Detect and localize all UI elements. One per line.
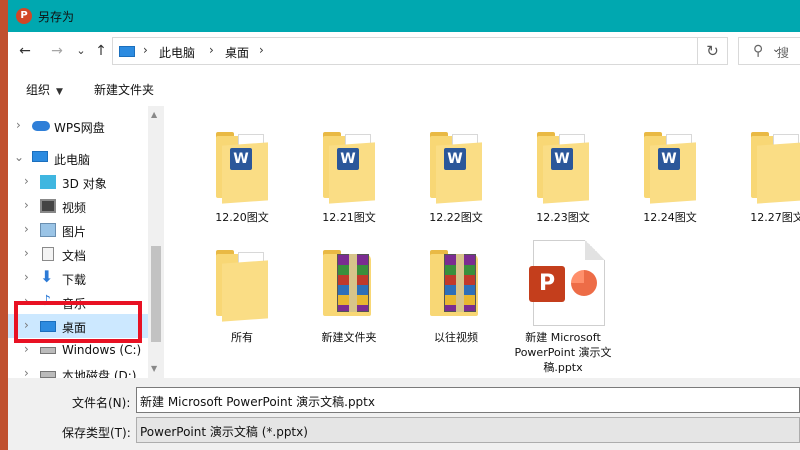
- download-icon: ⬇: [40, 267, 54, 286]
- chevron-right-icon[interactable]: ›: [24, 222, 29, 236]
- sidebar-item-label: 图片: [62, 225, 87, 239]
- file-name: 12.20图文: [215, 211, 269, 224]
- forward-arrow-icon[interactable]: →: [48, 42, 66, 60]
- organize-label: 组织: [26, 83, 51, 97]
- word-folder-icon: W: [319, 122, 383, 206]
- word-folder-icon: W: [533, 122, 597, 206]
- powerpoint-file-icon: P: [527, 240, 607, 326]
- file-name: 新建文件夹: [321, 331, 377, 344]
- search-placeholder: 搜: [777, 46, 790, 60]
- breadcrumb-separator-icon: ›: [259, 43, 264, 57]
- refresh-icon[interactable]: ↻: [698, 37, 728, 65]
- breadcrumb-desktop[interactable]: 桌面: [225, 44, 249, 61]
- file-name: 12.27图文: [750, 211, 800, 224]
- new-folder-button[interactable]: 新建文件夹: [94, 81, 154, 98]
- scrollbar-thumb[interactable]: [151, 246, 161, 342]
- sidebar-item-this-pc[interactable]: ⌄ 此电脑: [8, 146, 148, 170]
- chevron-right-icon[interactable]: ›: [24, 198, 29, 212]
- rar-archive-folder-icon: [426, 240, 490, 324]
- drive-icon: [40, 371, 56, 378]
- scroll-down-icon[interactable]: ▼: [151, 364, 157, 373]
- computer-icon: [32, 151, 48, 162]
- file-name: 以往视频: [434, 331, 478, 344]
- chevron-right-icon[interactable]: ›: [16, 118, 21, 132]
- chevron-right-icon[interactable]: ›: [24, 366, 29, 378]
- file-name: 12.21图文: [322, 211, 376, 224]
- save-options-panel: 文件名(N): 新建 Microsoft PowerPoint 演示文稿.ppt…: [8, 378, 800, 450]
- folder-icon: [747, 122, 800, 206]
- sidebar-scrollbar[interactable]: ▲ ▼: [148, 106, 164, 378]
- word-folder-icon: W: [212, 122, 276, 206]
- chevron-right-icon[interactable]: ›: [24, 342, 29, 356]
- title-bar: P 另存为: [8, 0, 800, 32]
- file-name: 所有: [231, 331, 253, 344]
- sidebar-item-downloads[interactable]: › ⬇ 下载: [8, 266, 148, 290]
- search-input[interactable]: ⚲ 搜: [738, 37, 800, 65]
- computer-icon: [119, 46, 135, 57]
- video-icon: [40, 199, 56, 213]
- pictures-icon: [40, 223, 56, 237]
- rar-archive-folder-icon: [319, 240, 383, 324]
- word-folder-icon: W: [426, 122, 490, 206]
- sidebar-item-label: 3D 对象: [62, 177, 107, 191]
- file-name: 新建 Microsoft PowerPoint 演示文稿.pptx: [514, 331, 612, 374]
- folder-icon: [212, 240, 276, 324]
- organize-button[interactable]: 组织 ▼: [26, 81, 63, 98]
- command-toolbar: 组织 ▼ 新建文件夹: [8, 72, 800, 106]
- sidebar-item-videos[interactable]: › 视频: [8, 194, 148, 218]
- document-icon: [42, 247, 54, 261]
- filetype-value: PowerPoint 演示文稿 (*.pptx): [140, 425, 308, 439]
- address-bar[interactable]: › 此电脑 › 桌面 › ⌄: [112, 37, 780, 65]
- word-folder-icon: W: [640, 122, 704, 206]
- filename-value: 新建 Microsoft PowerPoint 演示文稿.pptx: [140, 395, 375, 409]
- filename-input[interactable]: 新建 Microsoft PowerPoint 演示文稿.pptx: [136, 387, 800, 413]
- annotation-highlight: [14, 301, 142, 343]
- chevron-down-icon[interactable]: ⌄: [14, 150, 24, 164]
- sidebar-item-documents[interactable]: › 文档: [8, 242, 148, 266]
- recent-locations-chevron-icon[interactable]: ⌄: [72, 42, 90, 60]
- chevron-right-icon[interactable]: ›: [24, 174, 29, 188]
- sidebar-item-label: 下载: [62, 273, 87, 287]
- breadcrumb-this-pc[interactable]: 此电脑: [159, 44, 195, 61]
- sidebar-item-pictures[interactable]: › 图片: [8, 218, 148, 242]
- drive-icon: [40, 347, 56, 354]
- file-name: 12.23图文: [536, 211, 590, 224]
- cloud-icon: [32, 121, 50, 131]
- sidebar-item-wps-cloud[interactable]: › WPS网盘: [8, 114, 148, 138]
- sidebar-item-label: 视频: [62, 201, 87, 215]
- sidebar-item-label: 此电脑: [54, 153, 91, 167]
- caret-down-icon: ▼: [56, 87, 63, 97]
- filetype-label: 保存类型(T):: [62, 426, 131, 440]
- powerpoint-app-icon: P: [16, 8, 32, 24]
- chevron-right-icon[interactable]: ›: [24, 270, 29, 284]
- scroll-up-icon[interactable]: ▲: [151, 110, 157, 119]
- sidebar-item-local-disk-d[interactable]: › 本地磁盘 (D:): [8, 362, 148, 378]
- file-list: W 12.20图文 W 12.21图文 W 12.22图文 W 12.23图文 …: [164, 106, 800, 378]
- file-name: 12.22图文: [429, 211, 483, 224]
- sidebar-item-label: 本地磁盘 (D:): [62, 369, 137, 378]
- filetype-select[interactable]: PowerPoint 演示文稿 (*.pptx): [136, 417, 800, 443]
- sidebar-item-3d-objects[interactable]: › 3D 对象: [8, 170, 148, 194]
- up-arrow-icon[interactable]: ↑: [92, 42, 110, 60]
- search-icon: ⚲: [753, 43, 764, 59]
- breadcrumb-separator-icon: ›: [143, 43, 148, 57]
- sidebar-item-label: 文档: [62, 249, 87, 263]
- sidebar-item-label: Windows (C:): [62, 343, 142, 357]
- chevron-right-icon[interactable]: ›: [24, 246, 29, 260]
- breadcrumb-separator-icon: ›: [209, 43, 214, 57]
- sidebar-item-label: WPS网盘: [54, 121, 105, 135]
- save-as-dialog: P 另存为 ← → ⌄ ↑ › 此电脑 › 桌面 › ⌄ ↻ ⚲ 搜 组织 ▼ 新…: [8, 0, 800, 450]
- cube-icon: [40, 175, 56, 189]
- back-arrow-icon[interactable]: ←: [16, 42, 34, 60]
- window-title: 另存为: [38, 10, 75, 24]
- filename-label: 文件名(N):: [72, 396, 131, 410]
- file-name: 12.24图文: [643, 211, 697, 224]
- navigation-bar: ← → ⌄ ↑ › 此电脑 › 桌面 › ⌄ ↻ ⚲ 搜: [8, 32, 800, 72]
